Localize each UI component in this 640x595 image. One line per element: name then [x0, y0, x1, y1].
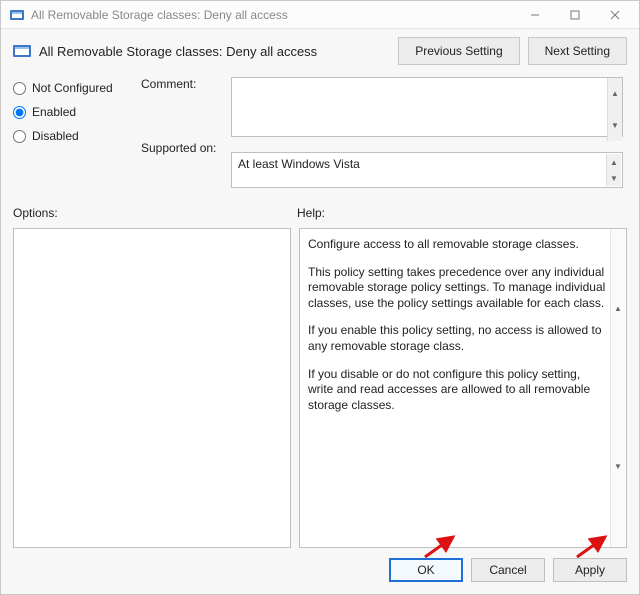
help-text: Configure access to all removable storag… — [308, 237, 606, 253]
maximize-button[interactable] — [555, 2, 595, 28]
comment-input[interactable] — [231, 77, 623, 137]
options-label: Options: — [13, 206, 297, 220]
state-radios: Not Configured Enabled Disabled — [13, 77, 131, 188]
panels: Configure access to all removable storag… — [1, 224, 639, 548]
supported-on-label: Supported on: — [141, 141, 221, 155]
radio-enabled[interactable]: Enabled — [13, 105, 131, 119]
next-setting-button[interactable]: Next Setting — [528, 37, 627, 65]
help-text: If you enable this policy setting, no ac… — [308, 323, 606, 354]
policy-editor-window: All Removable Storage classes: Deny all … — [0, 0, 640, 595]
help-scroll[interactable]: ▲▼ — [610, 230, 625, 546]
radio-disabled-input[interactable] — [13, 130, 26, 143]
help-panel: Configure access to all removable storag… — [299, 228, 627, 548]
comment-label: Comment: — [141, 77, 221, 141]
cancel-button[interactable]: Cancel — [471, 558, 545, 582]
config-row: Not Configured Enabled Disabled Comment:… — [1, 71, 639, 188]
help-label: Help: — [297, 206, 325, 220]
titlebar: All Removable Storage classes: Deny all … — [1, 1, 639, 29]
chevron-down-icon: ▼ — [611, 388, 625, 546]
radio-enabled-input[interactable] — [13, 106, 26, 119]
dialog-footer: OK Cancel Apply — [1, 548, 639, 594]
policy-header: All Removable Storage classes: Deny all … — [1, 29, 639, 71]
window-title: All Removable Storage classes: Deny all … — [31, 8, 515, 22]
policy-icon — [9, 7, 25, 23]
supported-on-value: At least Windows Vista — [238, 157, 360, 171]
options-panel — [13, 228, 291, 548]
supported-scroll[interactable]: ▲▼ — [606, 154, 621, 186]
field-inputs: ▲▼ At least Windows Vista ▲▼ — [231, 77, 627, 188]
policy-title: All Removable Storage classes: Deny all … — [39, 44, 317, 59]
field-labels: Comment: Supported on: — [141, 77, 221, 188]
apply-button[interactable]: Apply — [553, 558, 627, 582]
help-text: If you disable or do not configure this … — [308, 367, 606, 414]
radio-not-configured[interactable]: Not Configured — [13, 81, 131, 95]
previous-setting-button[interactable]: Previous Setting — [398, 37, 519, 65]
chevron-down-icon: ▼ — [607, 170, 621, 186]
close-button[interactable] — [595, 2, 635, 28]
chevron-up-icon: ▲ — [607, 154, 621, 170]
supported-on-field: At least Windows Vista ▲▼ — [231, 152, 623, 188]
chevron-up-icon: ▲ — [611, 230, 625, 388]
minimize-button[interactable] — [515, 2, 555, 28]
comment-scroll[interactable]: ▲▼ — [607, 78, 622, 141]
chevron-down-icon: ▼ — [608, 110, 622, 142]
radio-disabled[interactable]: Disabled — [13, 129, 131, 143]
ok-button[interactable]: OK — [389, 558, 463, 582]
help-text: This policy setting takes precedence ove… — [308, 265, 606, 312]
policy-icon — [13, 43, 33, 59]
chevron-up-icon: ▲ — [608, 78, 622, 110]
panel-labels: Options: Help: — [1, 188, 639, 224]
radio-not-configured-input[interactable] — [13, 82, 26, 95]
